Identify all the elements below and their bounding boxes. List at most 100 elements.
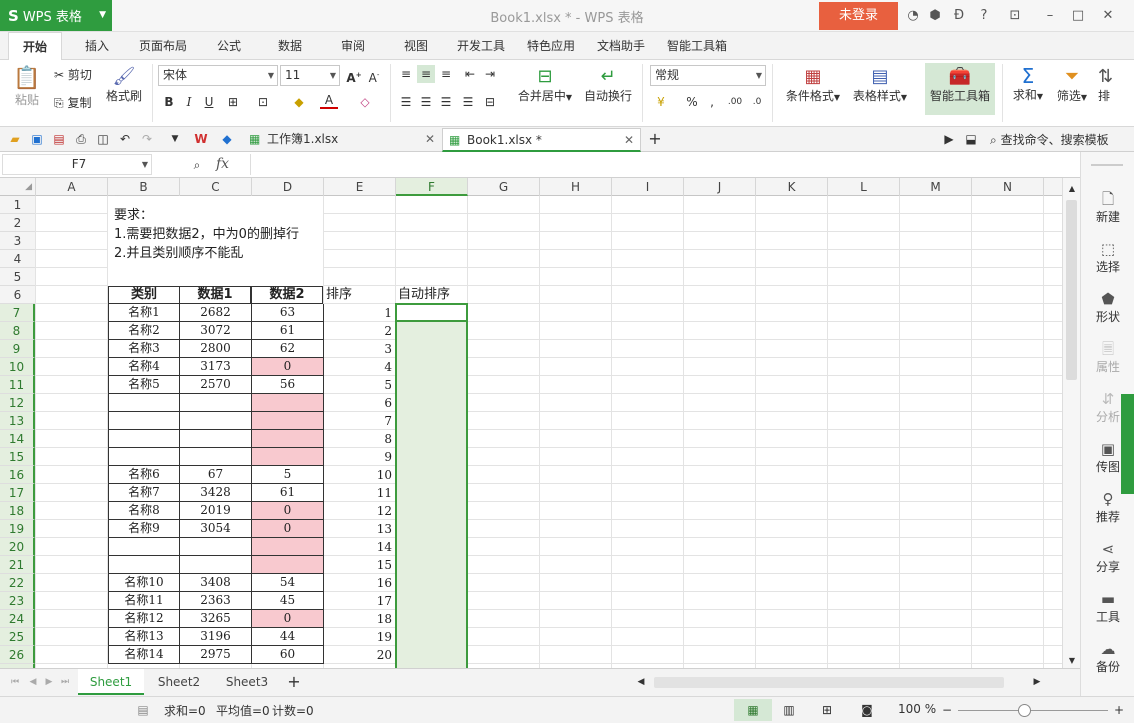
column-header-b[interactable]: B [108, 178, 180, 196]
data1-cell[interactable] [180, 394, 252, 412]
column-header-d[interactable]: D [252, 178, 324, 196]
smart-toolbox-button[interactable]: 🧰 智能工具箱 [925, 63, 995, 115]
sort-index-cell[interactable]: 6 [324, 394, 392, 412]
row-header[interactable]: 1 [0, 196, 35, 214]
horizontal-scroll-thumb[interactable] [654, 677, 1004, 688]
data1-cell[interactable] [180, 538, 252, 556]
merge-border-icon[interactable]: ⊡ [254, 93, 272, 111]
save-icon[interactable]: ▣ [28, 130, 46, 148]
sort-index-cell[interactable]: 9 [324, 448, 392, 466]
minimize-icon[interactable]: – [1041, 7, 1059, 25]
format-painter-button[interactable]: 🖌 格式刷 [106, 66, 142, 104]
data1-cell[interactable]: 2570 [180, 376, 252, 394]
data2-cell[interactable] [252, 448, 324, 466]
zoom-formula-icon[interactable]: ⌕ [188, 156, 206, 174]
sort-index-cell[interactable]: 14 [324, 538, 392, 556]
first-sheet-icon[interactable]: ⏮ [6, 673, 24, 691]
row-header[interactable]: 6 [0, 286, 35, 304]
row-header[interactable]: 8 [0, 322, 35, 340]
increase-font-icon[interactable]: A+ [345, 66, 363, 85]
category-cell[interactable]: 名称8 [108, 502, 180, 520]
sort-index-cell[interactable]: 20 [324, 646, 392, 664]
align-right-icon[interactable]: ☰ [437, 93, 455, 111]
scroll-up-icon[interactable]: ▲ [1063, 180, 1081, 198]
undo-icon[interactable]: ↶ [116, 130, 134, 148]
sort-index-cell[interactable]: 10 [324, 466, 392, 484]
restore-ribbon-icon[interactable]: ⊡ [1006, 7, 1024, 25]
tab-review[interactable]: 审阅 [333, 32, 373, 60]
sort-index-cell[interactable]: 1 [324, 304, 392, 322]
category-cell[interactable]: 名称2 [108, 322, 180, 340]
category-cell[interactable]: 名称13 [108, 628, 180, 646]
scroll-left-icon[interactable]: ◀ [632, 673, 650, 691]
category-cell[interactable] [108, 538, 180, 556]
data1-cell[interactable] [180, 430, 252, 448]
paste-button[interactable]: 📋 粘贴 [12, 66, 42, 108]
new-tab-icon[interactable]: + [646, 130, 664, 148]
decrease-decimal-icon[interactable]: .0 [748, 93, 766, 111]
auto-wrap-button[interactable]: ↵ 自动换行 [582, 66, 634, 104]
active-cell-f7[interactable] [395, 303, 468, 322]
row-header[interactable]: 19 [0, 520, 35, 538]
table-style-button[interactable]: ▤ 表格样式▼ [850, 66, 910, 104]
close-icon[interactable]: ✕ [624, 129, 634, 151]
data2-cell[interactable] [252, 430, 324, 448]
category-cell[interactable]: 名称1 [108, 304, 180, 322]
data2-cell[interactable] [252, 556, 324, 574]
data2-cell[interactable]: 0 [252, 610, 324, 628]
tab-page-layout[interactable]: 页面布局 [134, 32, 192, 60]
row-header[interactable]: 14 [0, 430, 35, 448]
data1-cell[interactable]: 3054 [180, 520, 252, 538]
pin-icon[interactable]: ⬓ [962, 130, 980, 148]
row-header[interactable]: 13 [0, 412, 35, 430]
number-format-select[interactable]: 常规 ▼ [650, 65, 766, 86]
feedback-icon[interactable]: Ð [950, 7, 968, 25]
data1-cell[interactable]: 3196 [180, 628, 252, 646]
filter-button[interactable]: ⏷ 筛选▼ [1052, 66, 1092, 104]
sheet-tab-2[interactable]: Sheet2 [146, 669, 212, 695]
category-cell[interactable]: 名称10 [108, 574, 180, 592]
data2-cell[interactable]: 63 [252, 304, 324, 322]
data2-cell[interactable]: 5 [252, 466, 324, 484]
login-button[interactable]: 未登录 [819, 2, 898, 30]
currency-icon[interactable]: ¥ [652, 93, 670, 111]
cell-area[interactable]: 要求： 1.需要把数据2，中为0的删掉行 2.并且类别顺序不能乱 类别 数据1 数据2 排序… [35, 196, 1062, 668]
tab-smart-toolbox[interactable]: 智能工具箱 [662, 32, 732, 60]
column-header-i[interactable]: I [612, 178, 684, 196]
skin-icon[interactable]: ◔ [904, 7, 922, 25]
data1-cell[interactable]: 3072 [180, 322, 252, 340]
data1-cell[interactable] [180, 556, 252, 574]
print-icon[interactable]: ⎙ [72, 130, 90, 148]
data2-cell[interactable]: 45 [252, 592, 324, 610]
category-cell[interactable] [108, 430, 180, 448]
data2-cell[interactable]: 61 [252, 322, 324, 340]
tab-formula[interactable]: 公式 [209, 32, 249, 60]
data2-cell[interactable]: 60 [252, 646, 324, 664]
sort-index-cell[interactable]: 3 [324, 340, 392, 358]
selected-range-f[interactable] [395, 303, 468, 668]
data1-cell[interactable]: 67 [180, 466, 252, 484]
sort-index-cell[interactable]: 15 [324, 556, 392, 574]
sort-index-cell[interactable]: 19 [324, 628, 392, 646]
data2-cell[interactable] [252, 538, 324, 556]
font-color-icon[interactable]: A [320, 93, 338, 109]
column-header-n[interactable]: N [972, 178, 1044, 196]
indent-decrease-icon[interactable]: ⇤ [461, 65, 479, 83]
category-cell[interactable] [108, 448, 180, 466]
note-line[interactable]: 2.并且类别顺序不能乱 [114, 244, 324, 263]
column-header-g[interactable]: G [468, 178, 540, 196]
sort-index-cell[interactable]: 11 [324, 484, 392, 502]
table-header-cell[interactable]: 类别 [108, 286, 180, 304]
data1-cell[interactable] [180, 412, 252, 430]
row-header[interactable]: 3 [0, 232, 35, 250]
column-header-a[interactable]: A [36, 178, 108, 196]
screen-icon[interactable]: ▶ [940, 130, 958, 148]
sort-index-cell[interactable]: 16 [324, 574, 392, 592]
category-cell[interactable]: 名称9 [108, 520, 180, 538]
panel-item[interactable]: 🗏 属性 [1081, 340, 1134, 375]
row-header[interactable]: 11 [0, 376, 35, 394]
data1-cell[interactable]: 2975 [180, 646, 252, 664]
data2-cell[interactable] [252, 394, 324, 412]
data1-cell[interactable] [180, 448, 252, 466]
tab-data[interactable]: 数据 [270, 32, 310, 60]
